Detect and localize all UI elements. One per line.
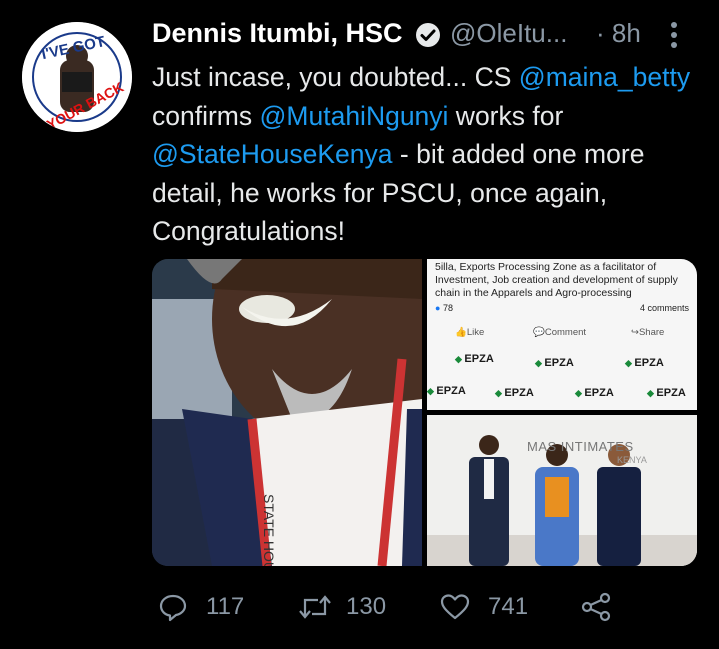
like-count: 741 [488, 593, 529, 620]
screenshot-post-text: 5illa, Exports Processing Zone as a faci… [435, 261, 678, 299]
fb-like: 👍 Like [455, 327, 485, 338]
reaction-count: 78 [442, 303, 453, 313]
text-part: Just incase, you doubted... CS [152, 62, 519, 92]
author-name[interactable]: Dennis Itumbi, HSC [152, 18, 403, 49]
text-part: works for [448, 100, 564, 131]
media-grid: STATE HOUSE 5illa, Exports Processing Zo… [152, 259, 697, 566]
epza-logo: EPZA [455, 353, 493, 365]
epza-logo: EPZA [495, 387, 533, 399]
brand-text: MAS INTIMATES [527, 439, 634, 454]
epza-logo: EPZA [647, 387, 685, 399]
epza-logo: EPZA [625, 357, 663, 369]
photo-bottom-right[interactable]: MAS INTIMATES KENYA [427, 415, 697, 566]
photo-group [427, 415, 697, 566]
verified-icon [416, 23, 440, 47]
share-button[interactable] [580, 586, 614, 626]
mention-maina-betty[interactable]: @maina_betty [519, 62, 690, 92]
tweet-text: Just incase, you doubted... CS @maina_be… [152, 58, 702, 251]
avatar-image: I'VE GOT YOUR BACK [22, 22, 132, 132]
photo-left[interactable]: STATE HOUSE [152, 259, 422, 566]
action-bar: 117 130 741 [158, 586, 628, 626]
more-icon[interactable] [668, 20, 680, 50]
mention-state-house-kenya[interactable]: @StateHouseKenya [152, 139, 393, 169]
fb-share: ↪ Share [631, 327, 665, 338]
screenshot-post-meta: ● 78 4 comments [435, 303, 689, 313]
photo-portrait: STATE HOUSE [152, 259, 422, 566]
text-part: confirms [152, 100, 260, 131]
retweet-count: 130 [346, 593, 387, 620]
photo-top-right[interactable]: 5illa, Exports Processing Zone as a faci… [427, 259, 697, 410]
tweet-time[interactable]: · 8h [596, 18, 641, 49]
time-separator: · [596, 18, 605, 48]
epza-logo: EPZA [427, 385, 465, 397]
epza-logo: EPZA [575, 387, 613, 399]
reply-count: 117 [206, 593, 245, 620]
author-handle[interactable]: @OleItu... [450, 18, 567, 49]
retweet-icon [299, 595, 331, 619]
reply-icon [159, 594, 187, 622]
like-icon [440, 594, 470, 620]
mention-mutahi-ngunyi[interactable]: @MutahiNgunyi [260, 101, 449, 131]
comment-count: 4 comments [639, 303, 689, 313]
time-value: 8h [611, 18, 641, 48]
reaction-icon: ● [435, 303, 441, 313]
epza-logo: EPZA [535, 357, 573, 369]
brand-sub: KENYA [617, 455, 647, 465]
fb-comment: 💬 Comment [533, 327, 587, 338]
avatar[interactable]: I'VE GOT YOUR BACK [22, 22, 132, 132]
share-icon [581, 592, 611, 622]
tweet-header: Dennis Itumbi, HSC @OleItu... · 8h [152, 14, 692, 54]
lanyard-text: STATE HOUSE [261, 494, 277, 566]
